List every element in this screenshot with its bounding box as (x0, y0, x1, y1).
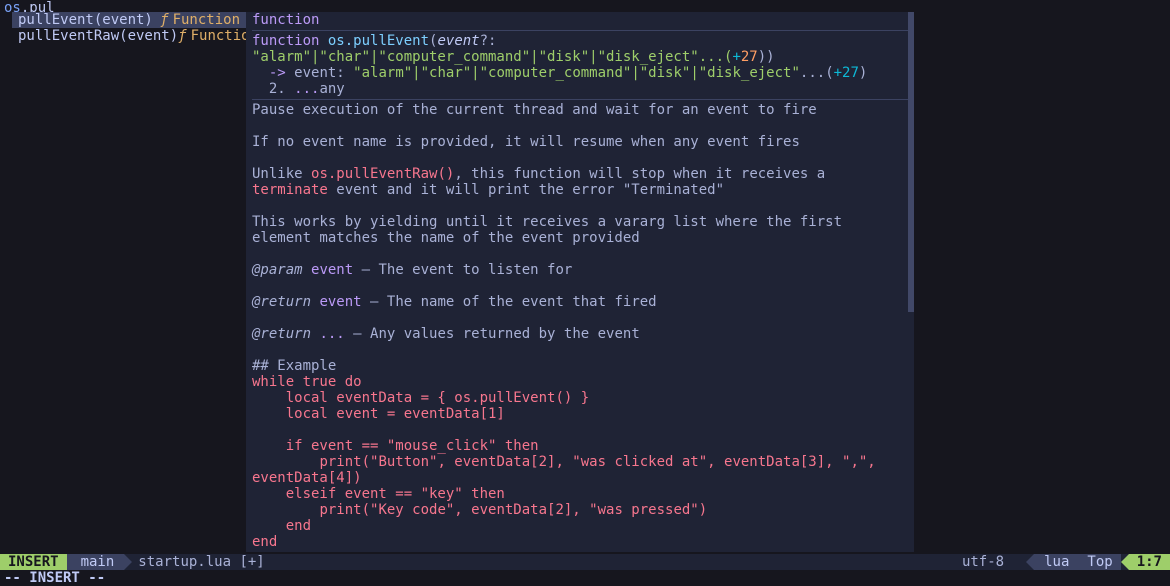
statusline: INSERT main startup.lua [+] utf-8 lua To… (0, 554, 1170, 570)
completion-label: pullEventRaw(event) (18, 28, 178, 44)
completion-area: pullEvent(event) ƒ Function pullEventRaw… (12, 12, 914, 552)
mode-indicator: INSERT (0, 554, 67, 570)
doc-example-head: ## Example (252, 358, 908, 374)
signature: function os.pullEvent(event?: "alarm"|"c… (252, 33, 908, 65)
return-row-2: 2. ...any (252, 81, 908, 97)
filetype: lua (1034, 554, 1079, 570)
command-line: -- INSERT -- (0, 570, 1170, 586)
kind-icon: ƒ (178, 28, 186, 44)
code-line: end (252, 534, 908, 550)
file-name: startup.lua [+] (124, 554, 274, 570)
doc-text: Unlike os.pullEventRaw(), this function … (252, 166, 908, 198)
doc-title: function (252, 12, 319, 28)
completion-label: pullEvent(event) (18, 12, 160, 28)
encoding: utf-8 (956, 554, 1010, 570)
return-row: -> event: "alarm"|"char"|"computer_comma… (252, 65, 908, 81)
completion-item[interactable]: pullEventRaw(event) ƒ Function (12, 28, 246, 44)
code-line: if event == "mouse_click" then (252, 438, 908, 454)
divider (252, 30, 908, 31)
code-line: print("Key code", eventData[2], "was pre… (252, 502, 908, 518)
return-doc-row: @return event — The name of the event th… (252, 294, 908, 310)
code-line: while true do (252, 374, 908, 390)
code-line: end (252, 518, 908, 534)
completion-list[interactable]: pullEvent(event) ƒ Function pullEventRaw… (12, 12, 246, 552)
param-row: @param event — The event to listen for (252, 262, 908, 278)
modified-indicator: [+] (239, 554, 264, 570)
cursor-position: 1:7 (1129, 554, 1170, 570)
completion-item[interactable]: pullEvent(event) ƒ Function (12, 12, 246, 28)
doc-popup[interactable]: function function os.pullEvent(event?: "… (246, 12, 914, 552)
code-line: local eventData = { os.pullEvent() } (252, 390, 908, 406)
divider (252, 99, 908, 100)
scroll-percent: Top (1079, 554, 1120, 570)
code-line: local event = eventData[1] (252, 406, 908, 422)
kind-label: Function (173, 12, 240, 28)
doc-text: Pause execution of the current thread an… (252, 102, 908, 118)
branch-name: main (81, 554, 115, 570)
doc-text: If no event name is provided, it will re… (252, 134, 908, 150)
kind-icon: ƒ (160, 12, 168, 28)
code-line: print("Button", eventData[2], "was click… (252, 454, 908, 486)
scrollbar[interactable] (908, 12, 914, 312)
doc-text: This works by yielding until it receives… (252, 214, 908, 246)
return-doc-row-2: @return ... — Any values returned by the… (252, 326, 908, 342)
git-branch: main (67, 554, 125, 570)
code-line: elseif event == "key" then (252, 486, 908, 502)
